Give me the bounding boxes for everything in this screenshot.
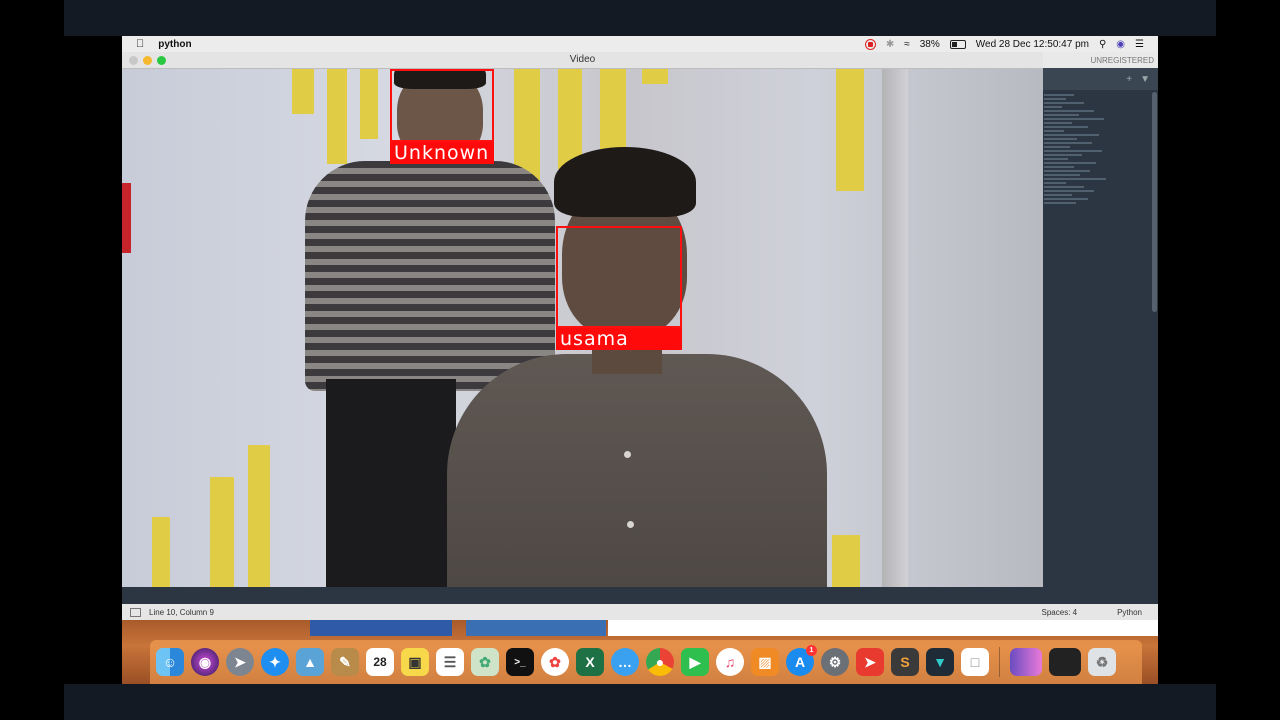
chrome-icon[interactable]: ●: [646, 648, 674, 676]
wall-decoration: [327, 69, 347, 164]
sublime-text-icon[interactable]: S: [891, 648, 919, 676]
wall-decoration: [248, 445, 270, 587]
trash-icon[interactable]: ♻: [1088, 648, 1116, 676]
safari-icon[interactable]: ✦: [261, 648, 289, 676]
desktop-window-thumbnail: [310, 620, 452, 636]
wall-decoration: [836, 69, 864, 191]
photos-icon[interactable]: ✿: [541, 648, 569, 676]
face-detection-box: [390, 69, 494, 142]
right-letterbox: [1216, 0, 1280, 720]
top-letterbox: [64, 0, 1216, 36]
notification-center-icon[interactable]: ☰: [1135, 39, 1144, 50]
dark-pants: [326, 379, 456, 587]
wall-decoration: [292, 69, 314, 114]
video-title-bar[interactable]: Video: [122, 52, 1043, 69]
menu-bar:  python ✱ ≈ 38% Wed 28 Dec 12:50:47 pm …: [122, 36, 1158, 52]
show-panel-icon[interactable]: [130, 607, 141, 617]
messages-icon[interactable]: …: [611, 648, 639, 676]
editor-tab-bar: + ▼: [1042, 68, 1158, 90]
battery-percent[interactable]: 38%: [920, 39, 940, 50]
battery-icon[interactable]: [949, 39, 966, 49]
cursor-position[interactable]: Line 10, Column 9: [149, 608, 214, 617]
screen-recorder-icon[interactable]: ▼: [926, 648, 954, 676]
left-letterbox: [0, 0, 64, 720]
downloads-stack-icon[interactable]: [1010, 648, 1042, 676]
screen-record-icon[interactable]: [864, 38, 876, 50]
desktop-window-thumbnail: [466, 620, 606, 636]
license-label: UNREGISTERED: [1090, 55, 1154, 65]
indentation-setting[interactable]: Spaces: 4: [1042, 608, 1078, 617]
app-store-icon[interactable]: A1: [786, 645, 817, 676]
wall-decoration: [152, 517, 170, 587]
siri-icon[interactable]: ◉: [191, 648, 219, 676]
calendar-icon[interactable]: 28: [366, 648, 394, 676]
desktop-window-thumbnail: [608, 620, 1158, 636]
wall-decoration: [558, 69, 582, 169]
wall-decoration: [360, 69, 378, 139]
wall-decoration: [210, 477, 234, 587]
shirt-button: [627, 521, 634, 528]
terminal-icon[interactable]: >_: [506, 648, 534, 676]
webcam-frame: Unknown usama: [122, 69, 1043, 587]
new-tab-icon[interactable]: +: [1126, 74, 1132, 85]
preview-icon[interactable]: ▲: [296, 648, 324, 676]
red-wall-sign: [122, 183, 131, 253]
face-detection-label: Unknown: [390, 142, 494, 164]
face-detection-box: [556, 226, 682, 328]
system-preferences-icon[interactable]: ⚙: [821, 648, 849, 676]
editor-status-bar: Line 10, Column 9 Spaces: 4 Python: [122, 604, 1158, 620]
reminders-icon[interactable]: ☰: [436, 648, 464, 676]
notes-icon[interactable]: ✎: [331, 648, 359, 676]
syntax-mode[interactable]: Python: [1117, 608, 1142, 617]
person-hair: [554, 147, 696, 217]
wall-pillar: [882, 69, 908, 587]
dock: ☺ ◉ ➤ ✦ ▲ ✎ 28 ▣ ☰ ✿ >_ ✿ X … ● ▶ ♫ ▨ A1…: [150, 640, 1142, 684]
document-icon[interactable]: □: [961, 648, 989, 676]
siri-icon[interactable]: ◉: [1116, 39, 1125, 50]
spotlight-search-icon[interactable]: ⚲: [1099, 39, 1106, 50]
photo-viewer-icon[interactable]: ✿: [471, 648, 499, 676]
facetime-icon[interactable]: ▶: [681, 648, 709, 676]
stickies-icon[interactable]: ▣: [401, 648, 429, 676]
menu-extras: ✱ ≈ 38% Wed 28 Dec 12:50:47 pm ⚲ ◉ ☰: [864, 38, 1144, 50]
terminal-window-icon[interactable]: [1049, 648, 1081, 676]
editor-title-bar: UNREGISTERED: [1042, 52, 1158, 68]
anydesk-icon[interactable]: ➤: [856, 648, 884, 676]
shirt-button: [624, 451, 631, 458]
itunes-icon[interactable]: ♫: [716, 648, 744, 676]
wall-decoration: [600, 69, 626, 149]
books-icon[interactable]: ▨: [751, 648, 779, 676]
dress-shirt: [447, 354, 827, 587]
bluetooth-icon[interactable]: ✱: [886, 39, 894, 50]
desktop-screen:  python ✱ ≈ 38% Wed 28 Dec 12:50:47 pm …: [122, 36, 1158, 684]
menu-clock[interactable]: Wed 28 Dec 12:50:47 pm: [976, 39, 1089, 50]
striped-shirt: [305, 161, 555, 391]
wall-decoration: [642, 69, 668, 84]
bottom-letterbox: [64, 684, 1216, 720]
tab-dropdown-icon[interactable]: ▼: [1140, 74, 1150, 85]
video-window-title: Video: [569, 54, 596, 65]
app-menu-name[interactable]: python: [158, 39, 191, 50]
editor-scrollbar[interactable]: [1152, 92, 1157, 312]
launchpad-icon[interactable]: ➤: [226, 648, 254, 676]
excel-icon[interactable]: X: [576, 648, 604, 676]
face-detection-label: usama: [556, 328, 682, 350]
wifi-icon[interactable]: ≈: [904, 39, 910, 50]
dock-separator: [999, 647, 1000, 677]
video-window: Video Unknown usama: [122, 52, 1043, 587]
apple-menu-icon[interactable]: : [136, 38, 144, 50]
code-minimap[interactable]: [1044, 92, 1114, 252]
notification-badge: 1: [806, 645, 817, 656]
finder-icon[interactable]: ☺: [156, 648, 184, 676]
wall-decoration: [832, 535, 860, 587]
